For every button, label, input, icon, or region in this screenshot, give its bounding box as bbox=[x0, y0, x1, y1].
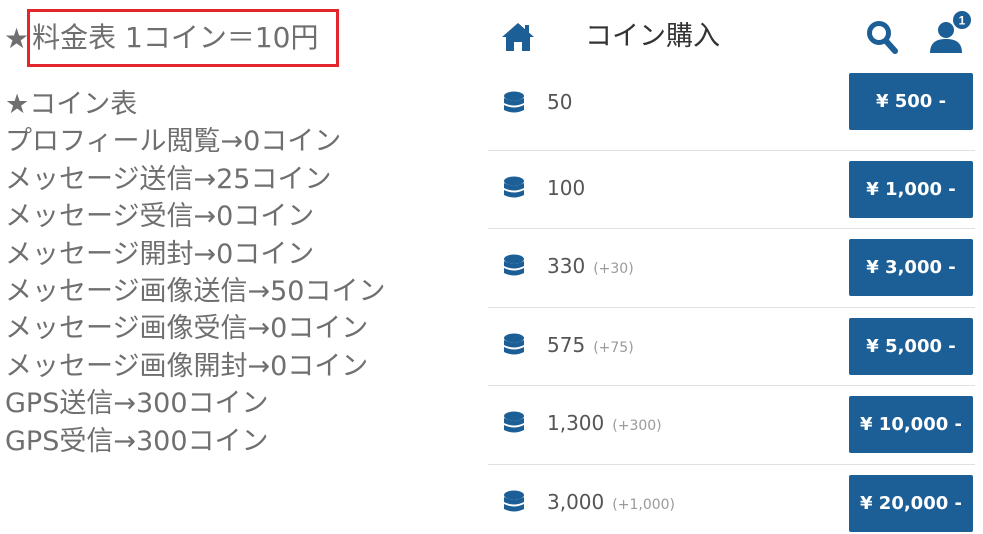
buy-20000-button[interactable]: ¥ 20,000 - bbox=[849, 474, 973, 532]
page-title: コイン購入 bbox=[585, 21, 720, 52]
coin-table-item: メッセージ画像送信→50コイン bbox=[5, 276, 386, 308]
buy-10000-button[interactable]: ¥ 10,000 - bbox=[849, 396, 973, 454]
coin-bonus: (+1,000) bbox=[612, 496, 675, 513]
coins-icon bbox=[504, 490, 524, 512]
coin-package-row: 1,300 (+300) ¥ 10,000 - bbox=[488, 386, 975, 465]
coin-package-row: 575 (+75) ¥ 5,000 - bbox=[488, 308, 975, 387]
buy-5000-button[interactable]: ¥ 5,000 - bbox=[849, 317, 973, 375]
coin-table-item: メッセージ受信→0コイン bbox=[5, 201, 315, 233]
rate-line: ★ 料金表 1コイン＝10円 bbox=[4, 9, 340, 69]
coin-bonus: (+30) bbox=[593, 261, 634, 278]
coin-amount: 50 bbox=[547, 90, 573, 114]
star-icon: ★ bbox=[4, 22, 30, 55]
coin-table-item: メッセージ送信→25コイン bbox=[5, 163, 332, 195]
coin-package-row: 100 ¥ 1,000 - bbox=[488, 151, 975, 230]
coin-package-row: 50 ¥ 500 - bbox=[488, 72, 975, 151]
coin-table-item: メッセージ開封→0コイン bbox=[5, 238, 315, 270]
coin-table-item: GPS受信→300コイン bbox=[5, 425, 269, 457]
coin-amount: 330 (+30) bbox=[547, 254, 634, 279]
coin-table-item: メッセージ画像受信→0コイン bbox=[5, 313, 369, 345]
coin-package-list: 50 ¥ 500 - 100 ¥ 1,000 - 330 (+30) ¥ 3,0… bbox=[488, 72, 983, 534]
buy-500-button[interactable]: ¥ 500 - bbox=[849, 73, 973, 130]
home-icon[interactable] bbox=[501, 22, 535, 52]
coin-bonus: (+75) bbox=[593, 339, 634, 356]
buy-1000-button[interactable]: ¥ 1,000 - bbox=[849, 160, 973, 218]
buy-3000-button[interactable]: ¥ 3,000 - bbox=[849, 239, 973, 297]
screen: ★ 料金表 1コイン＝10円 ★コイン表 プロフィール閲覧→0コイン メッセージ送… bbox=[0, 0, 983, 534]
coin-amount: 1,300 (+300) bbox=[547, 411, 662, 436]
coins-icon bbox=[504, 91, 524, 113]
coins-icon bbox=[504, 254, 524, 276]
info-panel: ★ 料金表 1コイン＝10円 ★コイン表 プロフィール閲覧→0コイン メッセージ送… bbox=[0, 0, 470, 534]
coin-package-row: 3,000 (+1,000) ¥ 20,000 - bbox=[488, 465, 975, 534]
coin-table-item: メッセージ画像開封→0コイン bbox=[5, 350, 369, 382]
coins-icon bbox=[504, 176, 524, 198]
coin-table: ★コイン表 プロフィール閲覧→0コイン メッセージ送信→25コイン メッセージ受… bbox=[5, 86, 385, 460]
coin-bonus: (+300) bbox=[612, 418, 662, 435]
coin-amount: 575 (+75) bbox=[547, 332, 634, 357]
coin-table-item: プロフィール閲覧→0コイン bbox=[5, 126, 342, 158]
coins-icon bbox=[504, 333, 524, 355]
notification-badge: 1 bbox=[959, 14, 966, 28]
coin-package-row: 330 (+30) ¥ 3,000 - bbox=[488, 229, 975, 308]
search-icon[interactable] bbox=[866, 20, 898, 54]
user-icon[interactable]: 1 bbox=[929, 10, 973, 54]
coin-table-heading: ★コイン表 bbox=[5, 89, 138, 120]
coins-icon bbox=[504, 411, 524, 433]
rate-highlight-box: 料金表 1コイン＝10円 bbox=[27, 9, 340, 67]
app-header: コイン購入 1 bbox=[488, 0, 983, 72]
coin-purchase-screen: コイン購入 1 50 ¥ 500 - 100 ¥ 1,000 - 330 (+3… bbox=[488, 0, 983, 534]
coin-amount: 100 bbox=[547, 175, 586, 200]
coin-amount: 3,000 (+1,000) bbox=[547, 489, 675, 514]
coin-table-item: GPS送信→300コイン bbox=[5, 388, 269, 420]
